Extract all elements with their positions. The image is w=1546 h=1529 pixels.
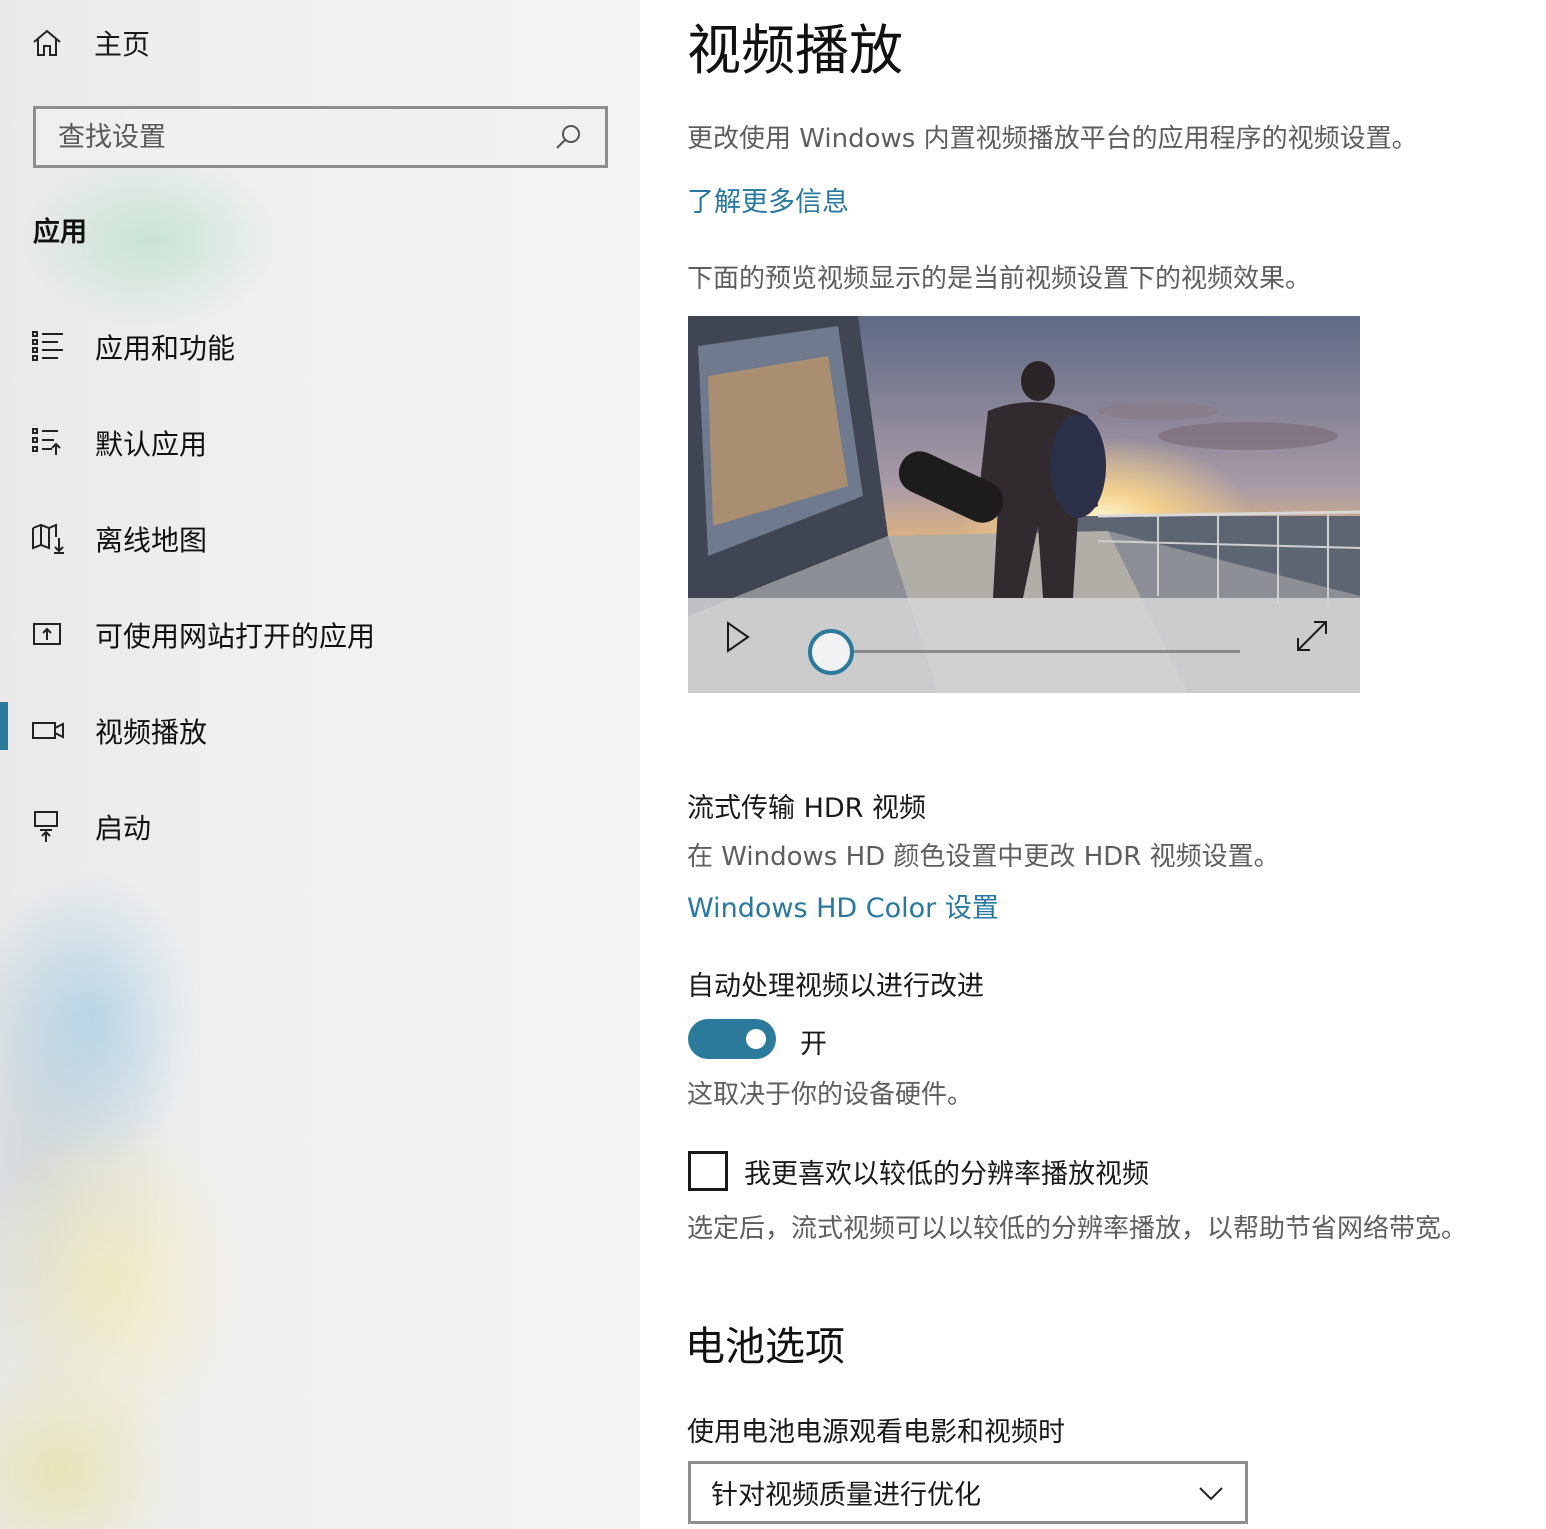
sidebar-item-default-apps[interactable]: 默认应用	[0, 408, 640, 478]
sidebar-item-label: 可使用网站打开的应用	[95, 620, 376, 653]
auto-process-note: 这取决于你的设备硬件。	[687, 1080, 974, 1110]
page-title: 视频播放	[687, 19, 903, 82]
battery-option-label: 使用电池电源观看电影和视频时	[687, 1417, 1065, 1448]
seek-thumb[interactable]	[808, 629, 854, 675]
apps-for-websites-icon	[30, 616, 66, 652]
fullscreen-icon	[1297, 621, 1327, 651]
active-indicator	[0, 702, 8, 750]
toggle-state-label: 开	[800, 1029, 827, 1060]
hdr-heading: 流式传输 HDR 视频	[687, 793, 927, 824]
hd-color-settings-link[interactable]: Windows HD Color 设置	[687, 886, 999, 925]
battery-option-dropdown[interactable]: 针对视频质量进行优化	[688, 1461, 1248, 1524]
video-preview	[688, 316, 1360, 693]
section-label: 应用	[33, 217, 87, 248]
sidebar: 主页 应用 应用和功能	[0, 0, 640, 1529]
page-description: 更改使用 Windows 内置视频播放平台的应用程序的视频设置。	[687, 124, 1418, 154]
battery-section-title: 电池选项	[685, 1324, 845, 1370]
startup-icon	[30, 808, 66, 844]
low-resolution-checkbox[interactable]	[688, 1151, 728, 1191]
low-resolution-label[interactable]: 我更喜欢以较低的分辨率播放视频	[744, 1152, 1149, 1191]
search-box	[33, 106, 608, 168]
seek-bar[interactable]	[830, 650, 1240, 653]
sidebar-item-apps-for-websites[interactable]: 可使用网站打开的应用	[0, 600, 640, 670]
video-controls	[688, 598, 1360, 693]
sidebar-item-label: 默认应用	[95, 428, 208, 461]
sidebar-item-apps-features[interactable]: 应用和功能	[0, 312, 640, 382]
play-icon	[727, 621, 750, 653]
sidebar-item-startup[interactable]: 启动	[0, 792, 640, 862]
home-link[interactable]: 主页	[30, 20, 150, 66]
video-playback-icon	[30, 712, 66, 748]
search-input[interactable]	[58, 121, 553, 153]
dropdown-value: 针对视频质量进行优化	[711, 1480, 981, 1511]
sidebar-item-video-playback[interactable]: 视频播放	[0, 696, 640, 766]
preview-note: 下面的预览视频显示的是当前视频设置下的视频效果。	[687, 264, 1312, 294]
auto-process-heading: 自动处理视频以进行改进	[687, 971, 984, 1002]
hdr-description: 在 Windows HD 颜色设置中更改 HDR 视频设置。	[687, 842, 1280, 872]
sidebar-item-label: 应用和功能	[95, 332, 236, 365]
main-content: 视频播放 更改使用 Windows 内置视频播放平台的应用程序的视频设置。 了解…	[640, 0, 1546, 1529]
home-label: 主页	[94, 28, 151, 61]
low-resolution-note: 选定后，流式视频可以以较低的分辨率播放，以帮助节省网络带宽。	[687, 1214, 1468, 1244]
play-button[interactable]	[724, 620, 752, 654]
auto-process-toggle[interactable]	[688, 1019, 776, 1059]
sidebar-item-label: 启动	[95, 812, 152, 845]
default-apps-icon	[30, 424, 66, 460]
sidebar-item-offline-maps[interactable]: 离线地图	[0, 504, 640, 574]
search-icon[interactable]	[553, 122, 583, 152]
fullscreen-button[interactable]	[1294, 618, 1330, 654]
home-icon	[30, 26, 64, 60]
offline-maps-icon	[30, 520, 66, 556]
learn-more-link[interactable]: 了解更多信息	[687, 180, 849, 219]
sidebar-item-label: 视频播放	[95, 716, 208, 749]
sidebar-item-label: 离线地图	[95, 524, 208, 557]
toggle-knob	[746, 1029, 766, 1049]
apps-features-icon	[30, 328, 66, 364]
chevron-down-icon	[1197, 1479, 1225, 1507]
